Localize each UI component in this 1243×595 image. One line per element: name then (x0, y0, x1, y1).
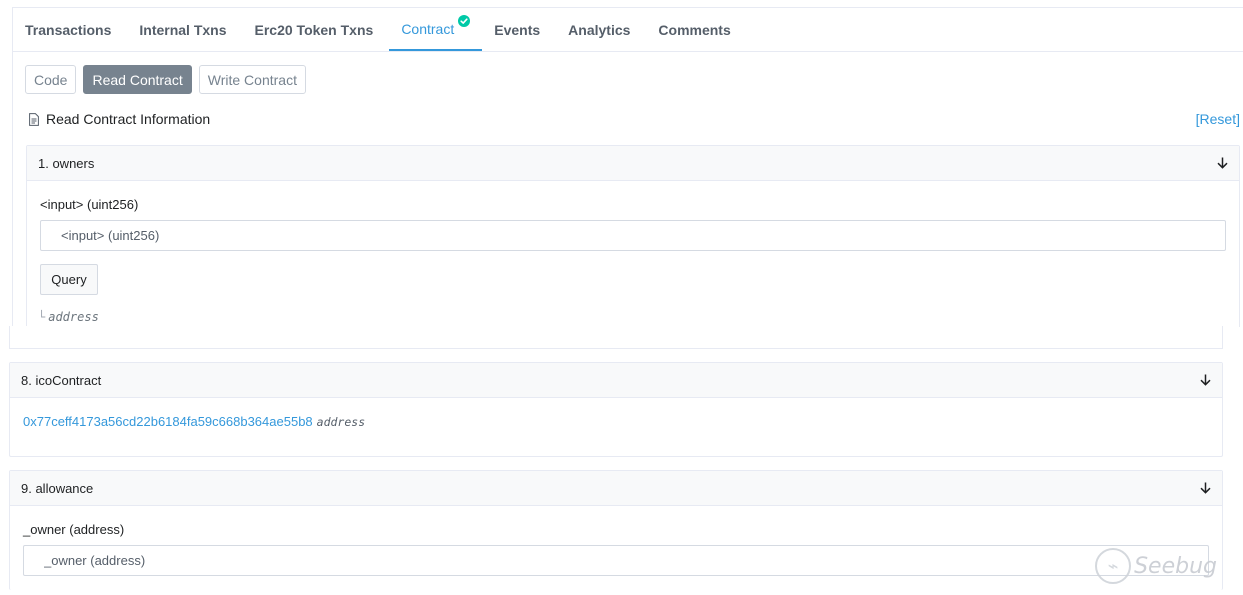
return-type-label: address (48, 310, 99, 324)
tab-erc20-token-txns[interactable]: Erc20 Token Txns (243, 8, 390, 51)
owner-address-input[interactable] (23, 545, 1209, 576)
tab-label: Transactions (25, 21, 112, 38)
card-header[interactable]: 8. icoContract (10, 363, 1222, 398)
tab-analytics[interactable]: Analytics (556, 8, 646, 51)
address-link[interactable]: 0x77ceff4173a56cd22b6184fa59c668b364ae55… (23, 414, 313, 429)
tab-label: Contract (401, 20, 455, 37)
function-card-owners: 1. owners <input> (uint256) Query └addre… (26, 145, 1240, 327)
info-title: Read Contract Information (46, 111, 211, 127)
document-icon (29, 112, 39, 126)
tab-bar: Transactions Internal Txns Erc20 Token T… (13, 8, 1243, 52)
read-contract-info: Read Contract Information (29, 111, 210, 127)
card-bottom-edge (9, 326, 1223, 349)
subtab-write-contract[interactable]: Write Contract (198, 65, 306, 94)
tab-events[interactable]: Events (482, 8, 556, 51)
return-branch-glyph: └ (38, 310, 46, 324)
input-label: _owner (address) (23, 522, 125, 537)
result-line: 0x77ceff4173a56cd22b6184fa59c668b364ae55… (23, 414, 365, 429)
subtab-group: Code Read Contract Write Contract (25, 65, 306, 94)
card-header[interactable]: 9. allowance (10, 471, 1222, 506)
tab-contract[interactable]: Contract (389, 8, 483, 51)
card-title: 9. allowance (21, 480, 94, 496)
return-type: address (316, 415, 366, 429)
watermark-text: Seebug (1134, 553, 1217, 579)
tab-internal-txns[interactable]: Internal Txns (127, 8, 242, 51)
seebug-watermark: ⌁ Seebug (1095, 548, 1217, 584)
function-card-icocontract: 8. icoContract 0x77ceff4173a56cd22b6184f… (9, 362, 1223, 457)
card-header[interactable]: 1. owners (27, 146, 1239, 181)
verified-check-icon (458, 15, 471, 27)
tab-label: Analytics (568, 21, 631, 38)
subtab-code[interactable]: Code (25, 65, 77, 94)
contract-panel: Transactions Internal Txns Erc20 Token T… (12, 7, 1243, 327)
tab-comments[interactable]: Comments (646, 8, 746, 51)
arrow-down-icon[interactable] (1200, 374, 1211, 386)
uint256-input[interactable] (40, 220, 1226, 251)
arrow-down-icon[interactable] (1217, 157, 1228, 169)
arrow-down-icon[interactable] (1200, 482, 1211, 494)
tab-transactions[interactable]: Transactions (13, 8, 127, 51)
input-label: <input> (uint256) (40, 197, 139, 212)
tab-label: Internal Txns (139, 21, 227, 38)
tab-label: Comments (658, 21, 731, 38)
reset-link[interactable]: [Reset] (1196, 111, 1240, 127)
card-title: 1. owners (38, 155, 95, 171)
card-title: 8. icoContract (21, 372, 102, 388)
query-button[interactable]: Query (40, 264, 98, 295)
function-card-allowance: 9. allowance _owner (address) (9, 470, 1223, 590)
seebug-logo-icon: ⌁ (1095, 548, 1132, 584)
tab-label: Erc20 Token Txns (254, 21, 374, 38)
return-type: └ address (38, 310, 99, 324)
tab-label: Events (494, 21, 541, 38)
subtab-read-contract[interactable]: Read Contract (83, 65, 192, 94)
